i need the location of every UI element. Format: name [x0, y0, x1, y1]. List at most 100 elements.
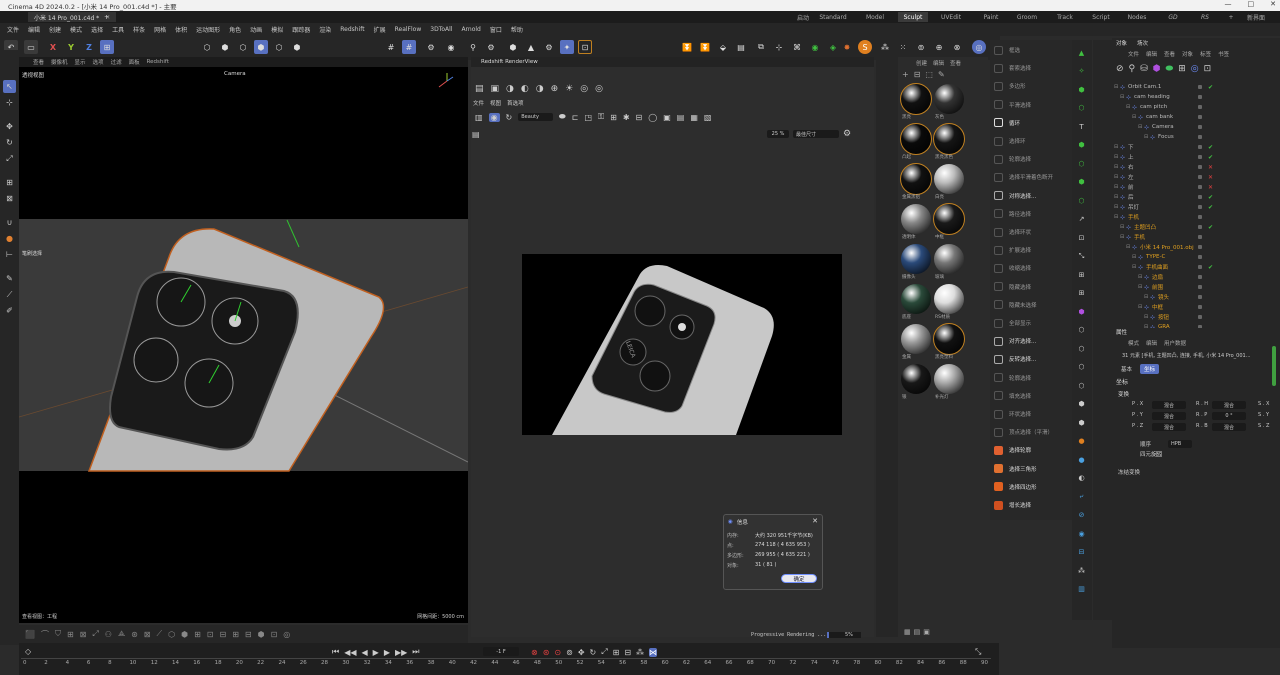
rv-menu-view[interactable]: 视图 [490, 99, 501, 107]
obj-menu-file[interactable]: 文件 [1128, 50, 1139, 58]
drop-object-icon[interactable]: ⏬ [680, 40, 694, 54]
selection-tool-item[interactable]: 顶点选择（平滑） [994, 426, 1053, 438]
material-swatch[interactable]: 凸起 [900, 123, 932, 161]
material-swatch[interactable]: 中框 [933, 203, 965, 241]
selection-tool-item[interactable]: 选择四边形 [994, 481, 1037, 493]
current-frame[interactable]: -1 F [483, 647, 519, 656]
paint-icon[interactable]: ● [3, 232, 16, 245]
viewport-menu-item-4[interactable]: 过滤 [111, 58, 122, 66]
selection-tool-item[interactable]: 路径选择 [994, 208, 1031, 220]
null-icon[interactable]: ⬙ [716, 40, 730, 54]
layer-icon[interactable]: ⛁ [1140, 64, 1148, 74]
order-select[interactable]: HPB [1168, 440, 1192, 448]
bucket-icon[interactable]: ◑ [506, 84, 514, 94]
viewport-menu-item-3[interactable]: 选项 [93, 58, 104, 66]
object-visibility-dot[interactable] [1198, 295, 1202, 299]
timeline-expand-icon[interactable]: ⤡ [975, 647, 981, 657]
object-visibility-dot[interactable] [1198, 275, 1202, 279]
menu-item-6[interactable]: 样条 [133, 25, 145, 34]
enabled-check-icon[interactable]: ✔ [1208, 144, 1213, 151]
layout-tab-10[interactable]: GD [1158, 12, 1188, 22]
preview-icon[interactable]: ◐ [521, 84, 529, 94]
material-swatch[interactable]: 白亮 [933, 163, 965, 201]
search-icon[interactable]: ⊡ [1204, 64, 1212, 74]
live-select-icon[interactable]: ⊹ [3, 96, 16, 109]
material-swatch[interactable]: RS材质 [933, 283, 965, 321]
object-visibility-dot[interactable] [1198, 195, 1202, 199]
region-icon[interactable]: ⊟ [636, 113, 643, 122]
object-row[interactable]: ⊟ ⊹ Orbit Cam.1 ✔ [1112, 82, 1280, 92]
pla-key-icon[interactable]: ⊟ [624, 648, 631, 657]
minimize-button[interactable]: — [1225, 0, 1232, 8]
object-create-icon[interactable]: ↗ [1075, 213, 1088, 226]
object-create-icon[interactable]: ⁂ [1075, 564, 1088, 577]
material-swatch[interactable]: 金属黑铝 [900, 163, 932, 201]
object-row[interactable]: ⊟ ⊹ cam bank [1112, 112, 1280, 122]
object-expand-icon[interactable]: ⊟ [1120, 224, 1124, 230]
selection-tool-item[interactable]: 框选 [994, 44, 1020, 56]
lock-render-icon[interactable]: ⚿ [598, 112, 604, 122]
field-icon[interactable]: ⊠ [80, 630, 87, 639]
magnet-icon[interactable]: ∪ [3, 216, 16, 229]
selection-tool-item[interactable]: 平滑选择 [994, 99, 1031, 111]
object-expand-icon[interactable]: ⊟ [1144, 134, 1148, 140]
quat-checkbox[interactable] [1156, 451, 1162, 457]
object-visibility-dot[interactable] [1198, 155, 1202, 159]
object-row[interactable]: ⊟ ⊹ 前围 [1112, 282, 1280, 292]
object-visibility-dot[interactable] [1198, 235, 1202, 239]
snowflake-icon[interactable]: ✱ [623, 113, 630, 122]
weight-icon[interactable]: ⊡ [271, 630, 278, 639]
xpresso-icon[interactable]: ⊞ [194, 630, 201, 639]
object-create-icon[interactable]: ⊡ [1075, 231, 1088, 244]
aov-select[interactable]: Beauty [518, 113, 553, 121]
texture-mode-icon[interactable]: ⬢ [290, 40, 304, 54]
prev-frame-icon[interactable]: ◀ [362, 648, 368, 657]
selection-tool-item[interactable]: 轮廓选择 [994, 153, 1031, 165]
render-region-icon[interactable]: ◉ [444, 40, 458, 54]
coord-system-icon[interactable]: ⊞ [100, 40, 114, 54]
object-expand-icon[interactable]: ⊟ [1120, 234, 1124, 240]
enabled-check-icon[interactable]: ✔ [1208, 224, 1213, 231]
menu-item-8[interactable]: 体积 [175, 25, 187, 34]
maximize-button[interactable]: □ [1248, 0, 1255, 8]
position-field[interactable]: 混合 [1152, 401, 1186, 409]
record-icon[interactable]: ⊗ [531, 648, 538, 657]
mat-menu-view[interactable]: 查看 [950, 59, 961, 67]
object-row[interactable]: ⊟ ⊹ cam pitch [1112, 102, 1280, 112]
menu-item-21[interactable]: 帮助 [511, 25, 523, 34]
object-expand-icon[interactable]: ⊟ [1144, 294, 1148, 300]
enabled-check-icon[interactable]: ✔ [1208, 84, 1213, 91]
object-row[interactable]: ⊟ ⊹ 小米 14 Pro_001.obj [1112, 242, 1280, 252]
selection-tool-item[interactable]: 多边形 [994, 80, 1026, 92]
material-tag-icon[interactable]: ⬚ [925, 70, 933, 79]
selection-tool-item[interactable]: 环状选择 [994, 408, 1031, 420]
object-row[interactable]: ⊟ ⊹ cam heading [1112, 92, 1280, 102]
snapshot-icon[interactable]: ◎ [595, 84, 603, 94]
selection-tool-item[interactable]: 轮廓选择 [994, 372, 1031, 384]
object-create-icon[interactable]: ⤡ [1075, 250, 1088, 263]
point-key-icon[interactable]: ⁂ [636, 648, 644, 657]
object-expand-icon[interactable]: ⊟ [1144, 314, 1148, 320]
rv-menu-prefs[interactable]: 首选项 [507, 99, 524, 107]
layout-tab-4[interactable]: UVEdit [936, 12, 966, 22]
lamp-icon[interactable]: ☀ [565, 84, 573, 94]
object-visibility-dot[interactable] [1198, 225, 1202, 229]
object-visibility-dot[interactable] [1198, 245, 1202, 249]
menu-item-20[interactable]: 窗口 [490, 25, 502, 34]
object-create-icon[interactable]: ⬢ [1075, 139, 1088, 152]
transform-icon[interactable]: ⊞ [3, 176, 16, 189]
obj-menu-tags[interactable]: 标签 [1200, 50, 1211, 58]
channel-select[interactable]: ◳ [584, 113, 592, 122]
disabled-x-icon[interactable]: ✕ [1208, 184, 1213, 191]
ok-button[interactable]: 确定 [781, 574, 817, 583]
layout-tab-1[interactable]: Standard [818, 12, 848, 22]
attr-tab-coord[interactable]: 坐标 [1140, 364, 1160, 374]
menu-item-12[interactable]: 模拟 [271, 25, 283, 34]
disabled-x-icon[interactable]: ✕ [1208, 164, 1213, 171]
object-create-icon[interactable]: T [1075, 120, 1088, 133]
viewport-menu-item-2[interactable]: 显示 [75, 58, 86, 66]
rotate-icon[interactable]: ↻ [3, 136, 16, 149]
object-expand-icon[interactable]: ⊟ [1120, 94, 1124, 100]
object-row[interactable]: ⊟ ⊹ 主题凹凸 ✔ [1112, 222, 1280, 232]
material-swatch[interactable]: 黑亮黑色 [933, 123, 965, 161]
